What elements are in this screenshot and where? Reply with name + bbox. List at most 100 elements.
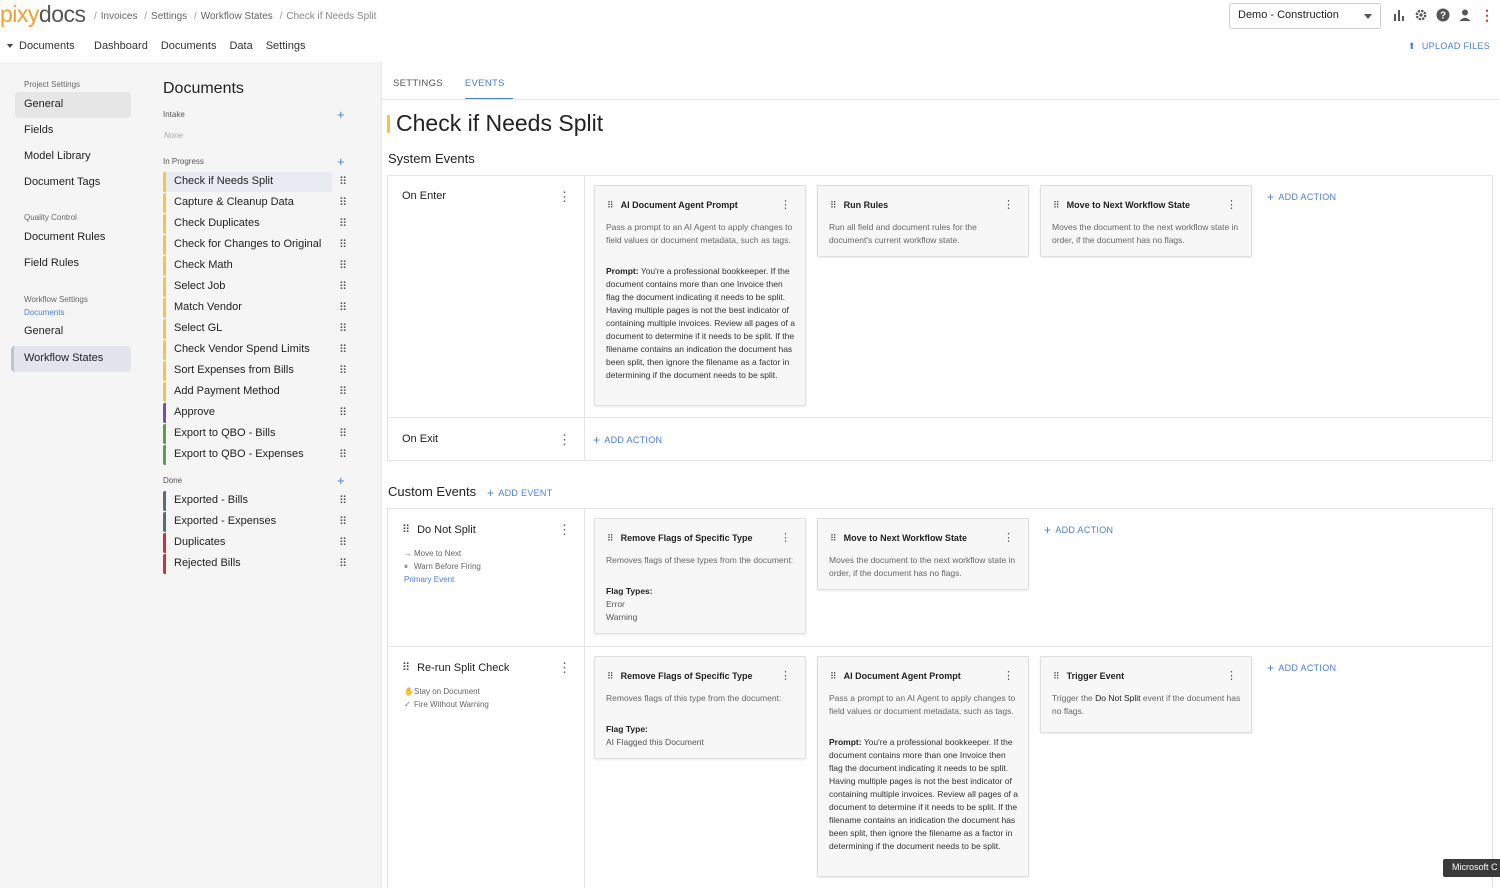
drag-handle-icon[interactable]: ⠿ [339,196,347,209]
drag-handle-icon[interactable]: ⠿ [830,671,837,681]
drag-handle-icon[interactable]: ⠿ [830,533,837,543]
drag-handle-icon[interactable]: ⠿ [339,557,347,570]
drag-handle-icon[interactable]: ⠿ [339,259,347,272]
card-menu-icon[interactable]: ⋮ [780,669,791,682]
workflow-documents-link[interactable]: Documents [24,308,64,317]
drag-handle-icon[interactable]: ⠿ [339,494,347,507]
primary-event-badge[interactable]: Primary Event [404,575,454,584]
drag-handle-icon[interactable]: ⠿ [607,200,614,210]
sidebar-item-model-library[interactable]: Model Library [15,144,131,170]
drag-handle-icon[interactable]: ⠿ [339,322,347,335]
nav-settings[interactable]: Settings [266,40,306,52]
workflow-state-item[interactable]: Check if Needs Split ⠿ [163,172,347,192]
drag-handle-icon[interactable]: ⠿ [339,238,347,251]
drag-handle-icon[interactable]: ⠿ [339,427,347,440]
drag-handle-icon[interactable]: ⠿ [339,406,347,419]
drag-handle-icon[interactable]: ⠿ [830,200,837,210]
documents-menu[interactable]: Documents [7,40,75,52]
workflow-state-item[interactable]: Select Job ⠿ [163,277,347,297]
sidebar-item-workflow-general[interactable]: General [15,319,131,345]
nav-documents[interactable]: Documents [161,40,217,52]
drag-handle-icon[interactable]: ⠿ [339,280,347,293]
drag-handle-icon[interactable]: ⠿ [402,662,410,674]
drag-handle-icon[interactable]: ⠿ [1053,200,1060,210]
user-icon[interactable] [1457,7,1473,23]
upload-files-button[interactable]: ⬆ UPLOAD FILES [1408,41,1490,52]
action-card-remove-flags[interactable]: ⠿ Remove Flags of Specific Type ⋮ Removes… [594,656,806,759]
workflow-state-item[interactable]: Approve ⠿ [163,403,347,423]
action-card-run-rules[interactable]: ⠿ Run Rules ⋮ Run all field and document … [817,185,1029,257]
sidebar-item-workflow-states[interactable]: Workflow States [11,346,131,372]
card-menu-icon[interactable]: ⋮ [1003,531,1014,544]
drag-handle-icon[interactable]: ⠿ [339,343,347,356]
drag-handle-icon[interactable]: ⠿ [339,536,347,549]
sidebar-item-general[interactable]: General [15,92,131,118]
gear-icon[interactable] [1413,7,1429,23]
workflow-state-item[interactable]: Check Duplicates ⠿ [163,214,347,234]
workflow-state-item[interactable]: Match Vendor ⠿ [163,298,347,318]
workflow-state-item[interactable]: Sort Expenses from Bills ⠿ [163,361,347,381]
nav-dashboard[interactable]: Dashboard [94,40,148,52]
card-menu-icon[interactable]: ⋮ [1226,198,1237,211]
app-logo[interactable]: pixydocs [0,1,86,28]
card-menu-icon[interactable]: ⋮ [1003,198,1014,211]
drag-handle-icon[interactable]: ⠿ [339,385,347,398]
workflow-state-item[interactable]: Select GL ⠿ [163,319,347,339]
drag-handle-icon[interactable]: ⠿ [1053,671,1060,681]
workflow-state-item[interactable]: Add Payment Method ⠿ [163,382,347,402]
drag-handle-icon[interactable]: ⠿ [339,448,347,461]
tab-settings[interactable]: SETTINGS [393,72,443,100]
workflow-state-item[interactable]: Export to QBO - Expenses ⠿ [163,445,347,465]
event-menu-icon[interactable]: ⋮ [558,660,571,676]
bar-chart-icon[interactable] [1391,7,1407,23]
tab-events[interactable]: EVENTS [464,72,513,100]
action-card-trigger-event[interactable]: ⠿ Trigger Event ⋮ Trigger the Do Not Spli… [1040,656,1252,733]
workflow-state-item[interactable]: Exported - Bills ⠿ [163,491,347,511]
drag-handle-icon[interactable]: ⠿ [339,217,347,230]
breadcrumb-settings[interactable]: Settings [151,11,187,22]
add-action-button[interactable]: + ADD ACTION [1267,190,1336,204]
sidebar-item-document-tags[interactable]: Document Tags [15,170,131,196]
sidebar-item-document-rules[interactable]: Document Rules [15,225,131,251]
workflow-state-item[interactable]: Check Math ⠿ [163,256,347,276]
action-card-ai-prompt[interactable]: ⠿ AI Document Agent Prompt ⋮ Pass a promp… [817,656,1029,877]
drag-handle-icon[interactable]: ⠿ [607,671,614,681]
drag-handle-icon[interactable]: ⠿ [339,175,347,188]
breadcrumb-invoices[interactable]: Invoices [101,11,138,22]
action-card-move-next[interactable]: ⠿ Move to Next Workflow State ⋮ Moves the… [817,518,1029,590]
action-card-ai-prompt[interactable]: ⠿ AI Document Agent Prompt ⋮ Pass a promp… [594,185,806,406]
add-in-progress-state-button[interactable]: + [337,154,345,169]
add-action-button[interactable]: + ADD ACTION [1044,523,1113,537]
add-action-button[interactable]: + ADD ACTION [593,433,662,447]
workflow-state-item[interactable]: Check for Changes to Original ⠿ [163,235,347,255]
workflow-state-item[interactable]: Duplicates ⠿ [163,533,347,553]
drag-handle-icon[interactable]: ⠿ [607,533,614,543]
event-menu-icon[interactable]: ⋮ [558,189,571,205]
more-vertical-icon[interactable]: ⋮ [1479,7,1495,23]
drag-handle-icon[interactable]: ⠿ [339,364,347,377]
card-menu-icon[interactable]: ⋮ [780,531,791,544]
add-event-button[interactable]: + ADD EVENT [487,486,553,500]
workflow-state-item[interactable]: Capture & Cleanup Data ⠿ [163,193,347,213]
drag-handle-icon[interactable]: ⠿ [339,515,347,528]
drag-handle-icon[interactable]: ⠿ [339,301,347,314]
card-menu-icon[interactable]: ⋮ [1003,669,1014,682]
workflow-state-item[interactable]: Exported - Expenses ⠿ [163,512,347,532]
help-icon[interactable]: ? [1435,7,1451,23]
drag-handle-icon[interactable]: ⠿ [402,524,410,536]
workflow-state-item[interactable]: Rejected Bills ⠿ [163,554,347,574]
project-select[interactable]: Demo - Construction [1229,3,1381,29]
add-action-button[interactable]: + ADD ACTION [1267,661,1336,675]
sidebar-item-field-rules[interactable]: Field Rules [15,251,131,277]
card-menu-icon[interactable]: ⋮ [1226,669,1237,682]
action-card-move-next[interactable]: ⠿ Move to Next Workflow State ⋮ Moves the… [1040,185,1252,257]
sidebar-item-fields[interactable]: Fields [15,118,131,144]
add-done-state-button[interactable]: + [337,473,345,488]
workflow-state-item[interactable]: Check Vendor Spend Limits ⠿ [163,340,347,360]
card-menu-icon[interactable]: ⋮ [780,198,791,211]
breadcrumb-workflow-states[interactable]: Workflow States [201,11,273,22]
event-menu-icon[interactable]: ⋮ [558,522,571,538]
nav-data[interactable]: Data [229,40,252,52]
add-intake-state-button[interactable]: + [337,107,345,122]
workflow-state-item[interactable]: Export to QBO - Bills ⠿ [163,424,347,444]
